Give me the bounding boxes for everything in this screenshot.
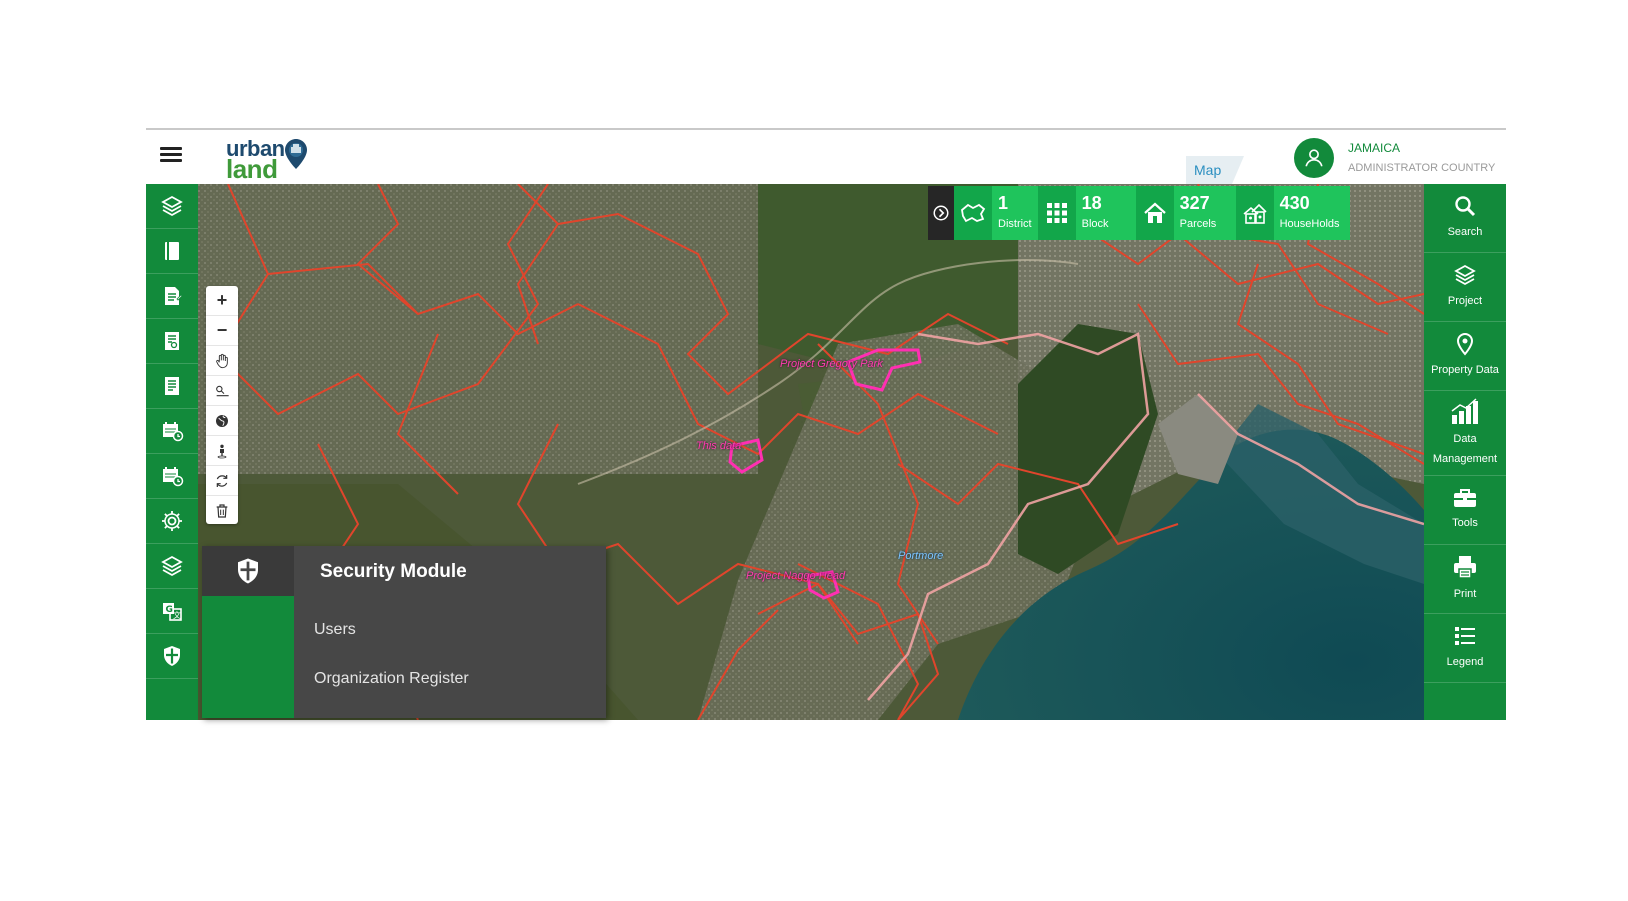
grid-icon xyxy=(1046,203,1067,223)
security-module-header: Security Module xyxy=(202,546,606,596)
sidebar-label-tools: Tools xyxy=(1452,517,1478,529)
stat-district-label: District xyxy=(998,218,1032,230)
bar-chart-icon xyxy=(1451,398,1478,424)
security-module-title: Security Module xyxy=(320,561,467,582)
stat-block-value: 18 xyxy=(1081,193,1102,213)
sidebar-item-layers[interactable] xyxy=(146,184,198,229)
sidebar-item-calendar-2[interactable] xyxy=(146,454,198,499)
sidebar-item-calendar-1[interactable] xyxy=(146,409,198,454)
menu-icon[interactable] xyxy=(160,144,182,166)
sidebar-item-book[interactable] xyxy=(146,229,198,274)
layers-icon xyxy=(1454,264,1476,286)
stats-bar: 1 District 18 Block 327 Parcels 430 HouseHol… xyxy=(928,186,1350,240)
svg-text:文: 文 xyxy=(173,610,181,620)
zoom-in-icon[interactable]: + xyxy=(206,286,238,316)
calendar-clock-icon xyxy=(163,422,184,442)
tab-map[interactable]: Map xyxy=(1186,156,1244,184)
house-icon xyxy=(1143,202,1166,223)
sidebar-item-settings[interactable] xyxy=(146,499,198,544)
menu-item-users[interactable]: Users xyxy=(314,621,356,639)
translate-icon: G 文 xyxy=(163,603,182,621)
measure-icon[interactable] xyxy=(206,376,238,406)
sidebar-item-print[interactable]: Print xyxy=(1424,545,1506,614)
map-label-portmore: Portmore xyxy=(898,550,944,562)
map-pin-icon xyxy=(1456,332,1474,356)
logo-text-land: land xyxy=(226,154,278,184)
security-module-menu: Security Module Users Organization Regis… xyxy=(202,546,606,718)
sidebar-label-project: Project xyxy=(1447,295,1483,307)
shield-icon xyxy=(164,646,180,666)
user-role: ADMINISTRATOR COUNTRY xyxy=(1348,162,1496,174)
header: urban land Map JAMAICA ADMINISTRATOR COU… xyxy=(146,130,1506,184)
stat-block-label: Block xyxy=(1081,218,1109,230)
layers-icon xyxy=(161,555,183,577)
sidebar-item-security[interactable] xyxy=(146,634,198,679)
security-module-icon-box xyxy=(202,546,294,596)
sidebar-item-document-search[interactable] xyxy=(146,319,198,364)
sidebar-label-search: Search xyxy=(1447,226,1483,238)
avatar[interactable] xyxy=(1294,138,1334,178)
refresh-icon[interactable] xyxy=(206,466,238,496)
households-icon xyxy=(1243,203,1267,224)
stat-households[interactable]: 430 HouseHolds xyxy=(1235,186,1350,240)
sidebar-item-translate[interactable]: G 文 xyxy=(146,589,198,634)
sidebar-item-layers-2[interactable] xyxy=(146,544,198,589)
toolbox-icon xyxy=(1454,489,1476,507)
stat-district[interactable]: 1 District xyxy=(954,186,1038,240)
map-controls: + − xyxy=(206,286,238,524)
globe-icon[interactable] xyxy=(206,406,238,436)
form-icon xyxy=(165,287,183,305)
stat-block[interactable]: 18 Block xyxy=(1037,186,1136,240)
stat-parcels-value: 327 xyxy=(1179,193,1210,213)
street-view-icon[interactable] xyxy=(206,436,238,466)
left-sidebar: G 文 xyxy=(146,184,198,720)
app-window: urban land Map JAMAICA ADMINISTRATOR COU… xyxy=(146,128,1506,720)
sidebar-label-property-data: Property Data xyxy=(1431,364,1499,376)
app-logo[interactable]: urban land xyxy=(226,134,316,184)
sidebar-label-print: Print xyxy=(1453,588,1477,600)
trash-icon[interactable] xyxy=(206,496,238,526)
sidebar-item-property-data[interactable]: Property Data xyxy=(1424,322,1506,391)
book-icon xyxy=(165,242,179,260)
logo-pin-icon xyxy=(285,139,307,169)
stat-parcels[interactable]: 327 Parcels xyxy=(1135,186,1236,240)
shield-icon xyxy=(238,558,258,584)
map-label-naggo-head[interactable]: Project Naggo Head xyxy=(746,570,845,582)
gear-icon xyxy=(162,511,182,531)
map-label-this-data[interactable]: This data xyxy=(696,440,741,452)
stat-households-value: 430 xyxy=(1279,193,1310,213)
sidebar-label-data-management: Data Management xyxy=(1432,433,1498,465)
right-sidebar: Search Project Property Data Data Manage… xyxy=(1424,184,1506,720)
calendar-clock-icon xyxy=(163,467,184,487)
stat-parcels-label: Parcels xyxy=(1179,218,1217,230)
sidebar-item-form[interactable] xyxy=(146,274,198,319)
sidebar-item-legend[interactable]: Legend xyxy=(1424,614,1506,683)
sidebar-item-search[interactable]: Search xyxy=(1424,184,1506,253)
pan-hand-icon[interactable] xyxy=(206,346,238,376)
chevron-right-circle-icon xyxy=(933,205,949,221)
user-country: JAMAICA xyxy=(1348,141,1401,155)
document-search-icon xyxy=(165,332,179,350)
sidebar-item-tools[interactable]: Tools xyxy=(1424,476,1506,545)
user-icon xyxy=(1305,149,1323,167)
search-icon xyxy=(1455,196,1476,217)
printer-icon xyxy=(1454,556,1476,579)
sidebar-item-data-management[interactable]: Data Management xyxy=(1424,391,1506,476)
layers-icon xyxy=(161,195,183,217)
map-outline-icon xyxy=(961,203,986,223)
document-list-icon xyxy=(165,377,179,395)
stat-households-label: HouseHolds xyxy=(1279,218,1340,230)
stat-district-value: 1 xyxy=(998,193,1009,213)
map-label-gregory-park[interactable]: Project Gregory Park xyxy=(780,358,883,370)
sidebar-item-document-list[interactable] xyxy=(146,364,198,409)
sidebar-label-legend: Legend xyxy=(1446,656,1484,668)
sidebar-item-project[interactable]: Project xyxy=(1424,253,1506,322)
stats-toggle-button[interactable] xyxy=(928,186,954,240)
security-module-side-panel xyxy=(202,596,294,718)
list-icon xyxy=(1455,627,1475,645)
svg-text:G: G xyxy=(166,605,173,615)
menu-item-organization-register[interactable]: Organization Register xyxy=(314,670,469,688)
zoom-out-icon[interactable]: − xyxy=(206,316,238,346)
